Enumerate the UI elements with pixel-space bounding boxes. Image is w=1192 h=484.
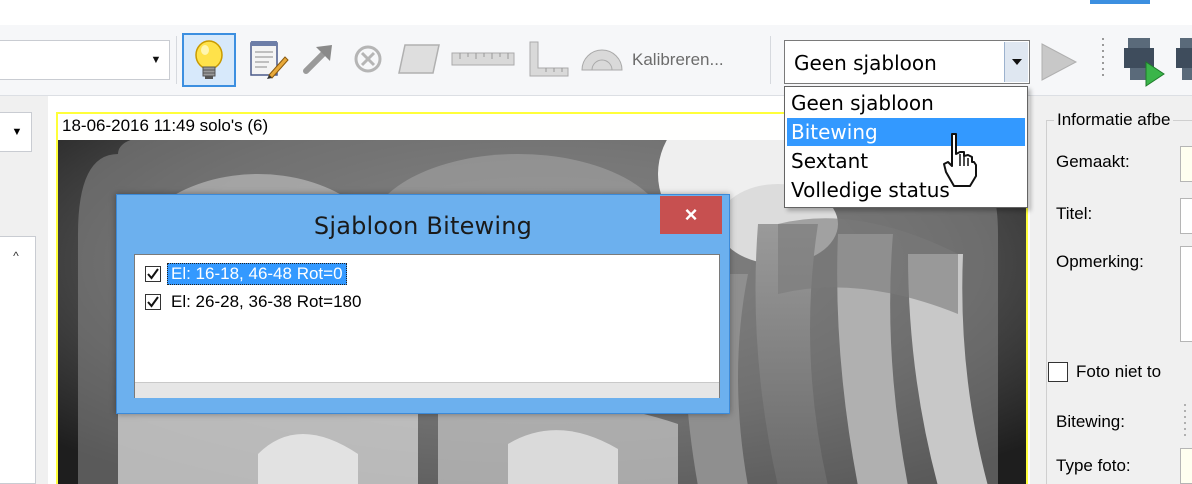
arrow-tool-button[interactable] <box>296 38 340 80</box>
arrow-icon <box>303 45 332 74</box>
shape-tool-button[interactable] <box>394 38 444 80</box>
opmerking-field[interactable] <box>1180 246 1192 342</box>
chevron-down-icon[interactable]: ▼ <box>8 122 26 142</box>
pointer-icon <box>943 133 977 187</box>
bitewing-label: Bitewing: <box>1056 412 1125 431</box>
gemaakt-field[interactable] <box>1180 146 1192 182</box>
notepad-pencil-icon <box>250 41 289 79</box>
dropdown-option[interactable]: Volledige status <box>787 176 1025 204</box>
scroll-up-icon[interactable]: ^ <box>6 248 26 264</box>
horizontal-scrollbar[interactable] <box>135 382 719 398</box>
toolbar-separator <box>770 36 771 84</box>
bitewing-grip <box>1184 402 1187 442</box>
ruler-tool-button[interactable] <box>448 38 518 80</box>
tool-icon <box>1176 38 1192 80</box>
dropdown-option[interactable]: Sextant <box>787 147 1025 175</box>
grip-icon <box>1102 38 1104 76</box>
annotate-button[interactable] <box>244 38 290 80</box>
checkmark-icon <box>147 296 159 308</box>
angle-tool-button[interactable] <box>522 38 572 80</box>
checkbox[interactable] <box>145 294 161 310</box>
lightbulb-icon <box>195 40 223 79</box>
template-dropdown-list[interactable]: Geen sjabloon Bitewing Sextant Volledige… <box>784 86 1028 208</box>
image-caption: 18-06-2016 11:49 solo's (6) <box>62 116 269 135</box>
opmerking-label: Opmerking: <box>1056 252 1144 271</box>
calibrate-button[interactable]: Kalibreren... <box>632 48 724 72</box>
chevron-down-icon[interactable]: ▼ <box>146 50 166 70</box>
template-combo-value: Geen sjabloon <box>794 51 937 75</box>
checklist-item-label: El: 26-28, 36-38 Rot=180 <box>171 292 362 311</box>
foto-checkbox[interactable] <box>1048 362 1068 382</box>
patient-combo[interactable] <box>0 40 170 80</box>
dropdown-option[interactable]: Geen sjabloon <box>787 89 1025 117</box>
set-square-icon <box>529 41 569 77</box>
dropdown-option[interactable]: Bitewing <box>787 118 1025 146</box>
type-foto-field[interactable] <box>1180 448 1192 484</box>
dialog-close-button[interactable]: × <box>660 196 722 234</box>
close-icon: × <box>684 202 698 227</box>
play-icon <box>1041 43 1078 81</box>
template-combo-dropdown-button[interactable] <box>1004 42 1028 82</box>
protractor-tool-button[interactable] <box>576 38 628 80</box>
run-tool-button[interactable] <box>1118 34 1168 88</box>
gemaakt-label: Gemaakt: <box>1056 152 1130 171</box>
run-tool-icon <box>1124 38 1165 87</box>
checklist-item[interactable]: El: 16-18, 46-48 Rot=0 <box>137 261 347 287</box>
checklist-item[interactable]: El: 26-28, 36-38 Rot=180 <box>137 289 365 315</box>
mouse-cursor-icon <box>940 132 978 190</box>
dialog-checklist[interactable]: El: 16-18, 46-48 Rot=0 El: 26-28, 36-38 … <box>134 254 720 398</box>
toolbar-grip[interactable] <box>1101 34 1105 84</box>
info-groupbox-title: Informatie afbe <box>1054 110 1174 130</box>
groupbox-border <box>1046 120 1047 484</box>
protractor-icon <box>581 49 623 71</box>
checklist-item-label: El: 16-18, 46-48 Rot=0 <box>167 263 347 285</box>
checkbox[interactable] <box>145 266 161 282</box>
dialog-title: Sjabloon Bitewing <box>313 212 533 240</box>
cancel-circle-icon <box>354 45 382 73</box>
left-list[interactable] <box>0 236 36 484</box>
chevron-down-icon <box>1011 59 1022 65</box>
ruler-icon <box>451 52 515 66</box>
checkmark-icon <box>147 268 159 280</box>
type-foto-label: Type foto: <box>1056 456 1131 475</box>
titel-label: Titel: <box>1056 204 1093 223</box>
second-tool-button[interactable] <box>1172 34 1192 88</box>
titel-field[interactable] <box>1180 198 1192 234</box>
grip-icon <box>1184 404 1186 436</box>
foto-checkbox-label: Foto niet to <box>1076 362 1162 381</box>
active-tab-indicator <box>1090 0 1150 4</box>
lightbulb-button[interactable] <box>182 33 236 87</box>
toolbar-separator <box>176 36 177 84</box>
play-button[interactable] <box>1036 40 1080 84</box>
rectangle-shape-icon <box>398 44 440 74</box>
clear-button[interactable] <box>348 38 388 80</box>
